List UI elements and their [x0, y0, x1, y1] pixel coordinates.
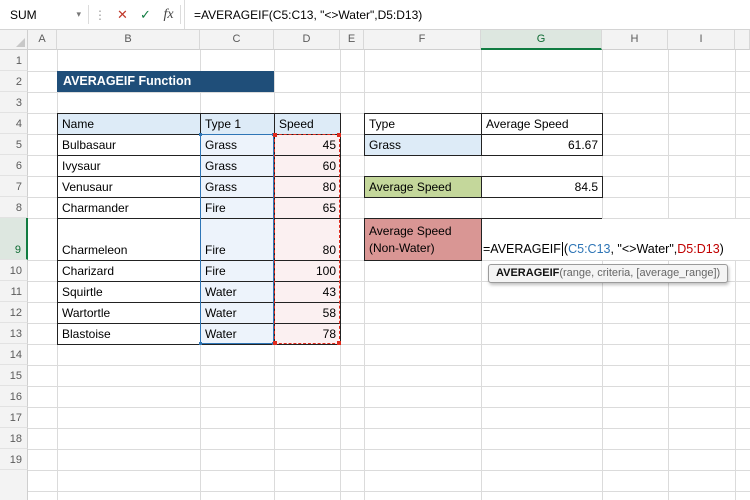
- row-header-2[interactable]: 2: [0, 71, 28, 92]
- text-cursor: [561, 241, 563, 256]
- gridline: [28, 365, 750, 366]
- formula-function: =AVERAGEIF: [483, 241, 561, 256]
- name-box-value: SUM: [10, 7, 37, 22]
- cancel-icon[interactable]: ✕: [111, 0, 134, 29]
- range-highlight-criteria-range[interactable]: [199, 133, 275, 345]
- row-header-15[interactable]: 15: [0, 365, 28, 386]
- gridline: [28, 428, 750, 429]
- gridline: [735, 50, 736, 500]
- row-header-7[interactable]: 7: [0, 176, 28, 197]
- tooltip-function-name[interactable]: AVERAGEIF: [496, 267, 559, 279]
- average-speed-table: Average Speed 84.5: [364, 176, 603, 198]
- summary-header-type[interactable]: Type: [365, 114, 482, 135]
- formula-range1: C5:C13: [568, 241, 611, 256]
- cell-name[interactable]: Wartortle: [58, 303, 201, 324]
- row-header-11[interactable]: 11: [0, 281, 28, 302]
- cell-name[interactable]: Squirtle: [58, 282, 201, 303]
- cell-name[interactable]: Blastoise: [58, 324, 201, 345]
- divider: [180, 5, 181, 24]
- gridline: [28, 491, 750, 492]
- insert-function-icon[interactable]: fx: [157, 0, 180, 29]
- cell-formula-editor[interactable]: =AVERAGEIF ( C5:C13 , "<>Water", D5:D13 …: [483, 239, 724, 258]
- cell-grass-average[interactable]: 61.67: [482, 135, 603, 156]
- table-header-name[interactable]: Name: [58, 114, 201, 135]
- formula-bar: SUM ▾ ⋮ ✕ ✓ fx =AVERAGEIF(C5:C13, "<>Wat…: [0, 0, 750, 30]
- column-header-i[interactable]: I: [668, 30, 735, 50]
- drag-handle-icon[interactable]: ⋮: [89, 0, 111, 29]
- range-handle[interactable]: [337, 341, 341, 345]
- row-header-18[interactable]: 18: [0, 428, 28, 449]
- range-handle[interactable]: [199, 133, 202, 136]
- row-header-9[interactable]: 9: [0, 218, 28, 260]
- row-header-3[interactable]: 3: [0, 92, 28, 113]
- row-header-10[interactable]: 10: [0, 260, 28, 281]
- row-header-17[interactable]: 17: [0, 407, 28, 428]
- cell-name[interactable]: Venusaur: [58, 177, 201, 198]
- row-header-13[interactable]: 13: [0, 323, 28, 344]
- range-handle[interactable]: [199, 342, 202, 345]
- excel-window: SUM ▾ ⋮ ✕ ✓ fx =AVERAGEIF(C5:C13, "<>Wat…: [0, 0, 750, 500]
- column-header-c[interactable]: C: [200, 30, 274, 50]
- row-header-16[interactable]: 16: [0, 386, 28, 407]
- row-header-partial[interactable]: [0, 470, 28, 500]
- gridline: [28, 449, 750, 450]
- column-header-b[interactable]: B: [57, 30, 200, 50]
- range-handle[interactable]: [337, 133, 341, 137]
- row-header-12[interactable]: 12: [0, 302, 28, 323]
- column-header-a[interactable]: A: [28, 30, 57, 50]
- gridline: [28, 386, 750, 387]
- range-handle[interactable]: [273, 341, 277, 345]
- formula-close-paren: ): [719, 241, 724, 256]
- select-all-button[interactable]: [0, 30, 28, 50]
- column-header-g[interactable]: G: [481, 30, 602, 50]
- cell-avg-speed-label[interactable]: Average Speed: [365, 177, 482, 198]
- row-header-8[interactable]: 8: [0, 197, 28, 218]
- function-tooltip: AVERAGEIF(range, criteria, [average_rang…: [488, 264, 729, 283]
- nonwater-line2: (Non-Water): [369, 240, 435, 255]
- column-header-f[interactable]: F: [364, 30, 481, 50]
- enter-icon[interactable]: ✓: [134, 0, 157, 29]
- gridline: [28, 470, 750, 471]
- cell-name[interactable]: Ivysaur: [58, 156, 201, 177]
- formula-range2: D5:D13: [677, 241, 720, 256]
- table-header-type[interactable]: Type 1: [201, 114, 275, 135]
- cell-nonwater-label[interactable]: Average Speed (Non-Water): [364, 218, 482, 261]
- nonwater-line1: Average Speed: [369, 223, 452, 238]
- cell-grass-type[interactable]: Grass: [365, 135, 482, 156]
- name-box[interactable]: SUM ▾: [0, 0, 88, 29]
- gridline: [28, 407, 750, 408]
- row-header-1[interactable]: 1: [0, 50, 28, 71]
- column-header-e[interactable]: E: [340, 30, 364, 50]
- column-header-h[interactable]: H: [602, 30, 668, 50]
- range-highlight-average-range[interactable]: [273, 133, 341, 345]
- row-header-6[interactable]: 6: [0, 155, 28, 176]
- column-header-partial[interactable]: [735, 30, 750, 50]
- cell-name[interactable]: Charmeleon: [58, 219, 201, 261]
- row-header-4[interactable]: 4: [0, 113, 28, 134]
- formula-input[interactable]: =AVERAGEIF(C5:C13, "<>Water",D5:D13): [184, 0, 750, 29]
- row-header-14[interactable]: 14: [0, 344, 28, 365]
- cell-avg-speed-value[interactable]: 84.5: [482, 177, 603, 198]
- cell-name[interactable]: Charizard: [58, 261, 201, 282]
- chevron-down-icon[interactable]: ▾: [76, 9, 81, 20]
- cell-name[interactable]: Charmander: [58, 198, 201, 219]
- title-cell[interactable]: AVERAGEIF Function: [57, 71, 274, 92]
- tooltip-arguments: (range, criteria, [average_range]): [559, 267, 721, 279]
- table-header-speed[interactable]: Speed: [275, 114, 341, 135]
- formula-criteria: , "<>Water",: [610, 241, 678, 256]
- range-handle[interactable]: [273, 133, 277, 137]
- grass-summary-table: Type Average Speed Grass 61.67: [364, 113, 603, 156]
- cell-name[interactable]: Bulbasaur: [58, 135, 201, 156]
- column-header-d[interactable]: D: [274, 30, 340, 50]
- row-header-19[interactable]: 19: [0, 449, 28, 470]
- gridline: [28, 92, 750, 93]
- summary-header-avg-speed[interactable]: Average Speed: [482, 114, 603, 135]
- row-header-5[interactable]: 5: [0, 134, 28, 155]
